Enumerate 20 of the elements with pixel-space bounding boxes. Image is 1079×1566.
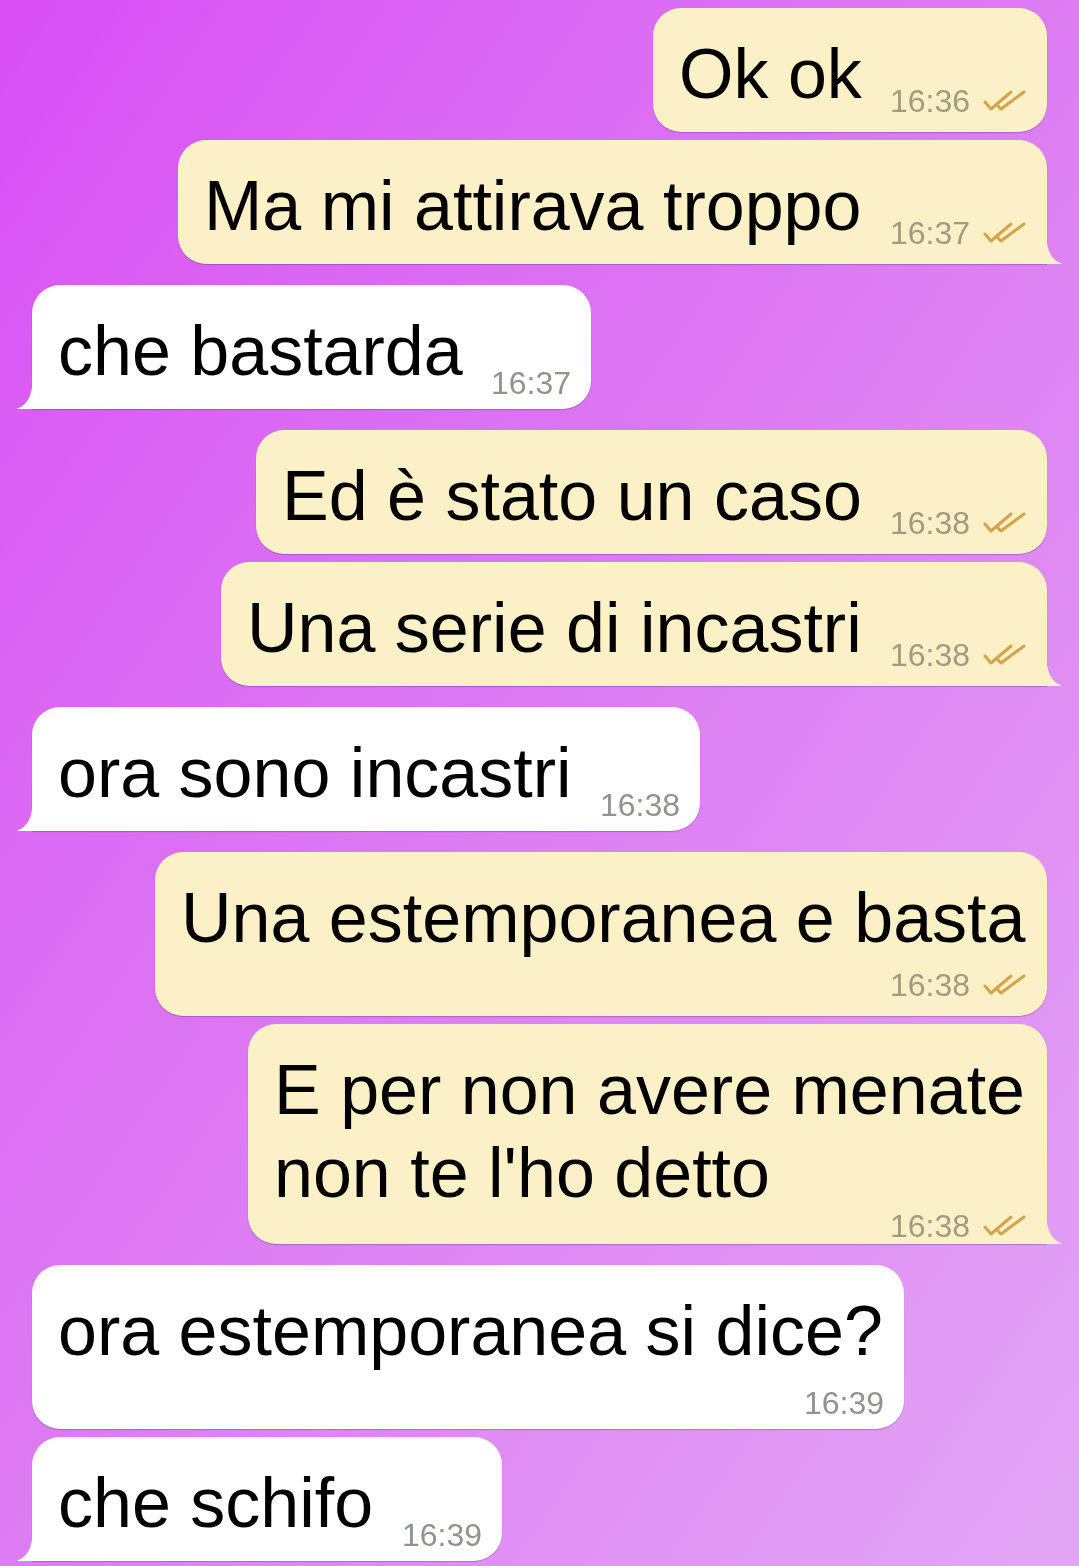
message-time: 16:38 xyxy=(889,511,970,535)
message-text: Ed è stato un caso xyxy=(282,457,862,535)
message-text: E per non avere menate non te l'ho detto xyxy=(274,1051,1026,1212)
message-time: 16:37 xyxy=(490,371,571,395)
message-time: 16:39 xyxy=(401,1523,482,1547)
message-time: 16:38 xyxy=(889,1214,970,1238)
message-text: Ma mi attirava troppo xyxy=(204,167,862,245)
message-time: 16:38 xyxy=(599,793,680,817)
message-time: 16:37 xyxy=(889,221,970,245)
message-time: 16:36 xyxy=(889,89,970,113)
message-time: 16:38 xyxy=(889,973,970,997)
message-text: che bastarda xyxy=(58,312,463,390)
message-time: 16:39 xyxy=(803,1391,884,1415)
message-text: Una estemporanea e basta xyxy=(181,879,1026,957)
message-text: Una serie di incastri xyxy=(247,589,862,667)
message-time: 16:38 xyxy=(889,643,970,667)
message-text: ora sono incastri xyxy=(58,734,572,812)
message-text: ora estemporanea si dice? xyxy=(58,1292,883,1370)
message-text: che schifo xyxy=(58,1464,374,1542)
message-text: Ok ok xyxy=(679,35,862,113)
